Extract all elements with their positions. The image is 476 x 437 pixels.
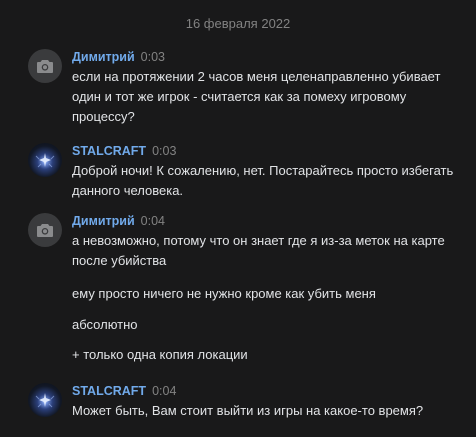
message-header: STALCRAFT 0:04 xyxy=(72,383,176,399)
message-text: + только одна копия локации xyxy=(72,347,248,362)
message-text: Может быть, Вам стоит выйти из игры на к… xyxy=(72,403,424,418)
author-name[interactable]: STALCRAFT xyxy=(72,384,146,398)
author-avatar[interactable] xyxy=(28,49,62,83)
message-4: STALCRAFT 0:04 Может быть, Вам стоит выйт… xyxy=(28,383,468,423)
message-time: 0:04 xyxy=(152,384,177,398)
chat-history: 16 февраля 2022 Димитрий 0:03 если на про… xyxy=(0,0,476,437)
message-time: 0:04 xyxy=(140,214,165,228)
message-3: Димитрий 0:04 а невозможно, потому что он… xyxy=(28,213,468,365)
message-2: STALCRAFT 0:03 Доброй ночи! К сожалению, … xyxy=(28,143,468,198)
camera-icon xyxy=(37,223,53,237)
author-avatar[interactable] xyxy=(28,383,62,417)
message-time: 0:03 xyxy=(152,144,177,158)
author-avatar[interactable] xyxy=(28,213,62,247)
author-name[interactable]: Димитрий xyxy=(72,50,135,64)
message-header: STALCRAFT 0:03 xyxy=(72,143,176,159)
message-1: Димитрий 0:03 если на протяжении 2 часов … xyxy=(28,49,468,127)
message-text: абсолютно xyxy=(72,317,138,332)
message-text: ему просто ничего не нужно кроме как уби… xyxy=(72,286,376,301)
stalcraft-logo xyxy=(35,393,55,408)
message-header: Димитрий 0:04 xyxy=(72,213,165,229)
message-text: если на протяжении 2 часов меня целенапр… xyxy=(72,69,441,124)
stalcraft-logo xyxy=(35,153,55,168)
camera-icon xyxy=(37,59,53,73)
message-header: Димитрий 0:03 xyxy=(72,49,165,65)
message-text: а невозможно, потому что он знает где я … xyxy=(72,233,445,268)
author-avatar[interactable] xyxy=(28,143,62,177)
message-time: 0:03 xyxy=(140,50,165,64)
date-separator: 16 февраля 2022 xyxy=(185,16,291,31)
author-name[interactable]: Димитрий xyxy=(72,214,135,228)
message-text: Доброй ночи! К сожалению, нет. Постарайт… xyxy=(72,163,454,198)
author-name[interactable]: STALCRAFT xyxy=(72,144,146,158)
